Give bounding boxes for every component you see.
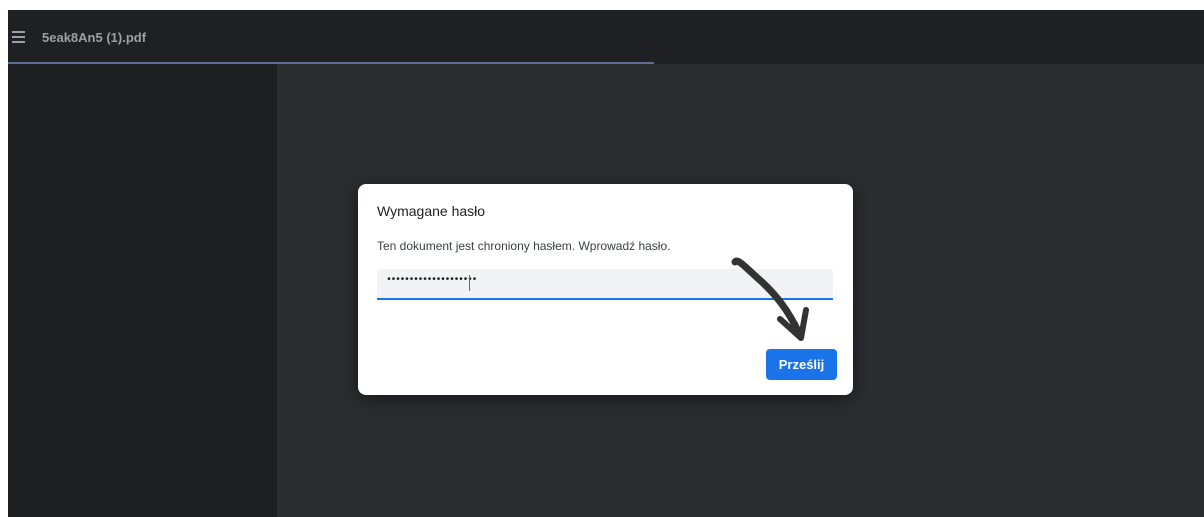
pdf-viewer-window: 5eak8An5 (1).pdf Wymagane hasło Ten doku… bbox=[8, 10, 1204, 517]
password-dialog: Wymagane hasło Ten dokument jest chronio… bbox=[358, 184, 853, 395]
dialog-title: Wymagane hasło bbox=[377, 203, 486, 219]
submit-button[interactable]: Prześlij bbox=[766, 349, 837, 380]
hamburger-menu-icon[interactable] bbox=[10, 27, 26, 47]
password-value: •••••••••••••••••••• bbox=[386, 275, 478, 286]
dialog-message: Ten dokument jest chroniony hasłem. Wpro… bbox=[377, 239, 671, 253]
document-filename: 5eak8An5 (1).pdf bbox=[42, 30, 147, 45]
thumbnail-sidebar bbox=[8, 64, 277, 517]
pdf-toolbar: 5eak8An5 (1).pdf bbox=[8, 10, 1204, 64]
text-caret bbox=[469, 275, 470, 291]
password-input[interactable]: •••••••••••••••••••• bbox=[377, 269, 833, 300]
